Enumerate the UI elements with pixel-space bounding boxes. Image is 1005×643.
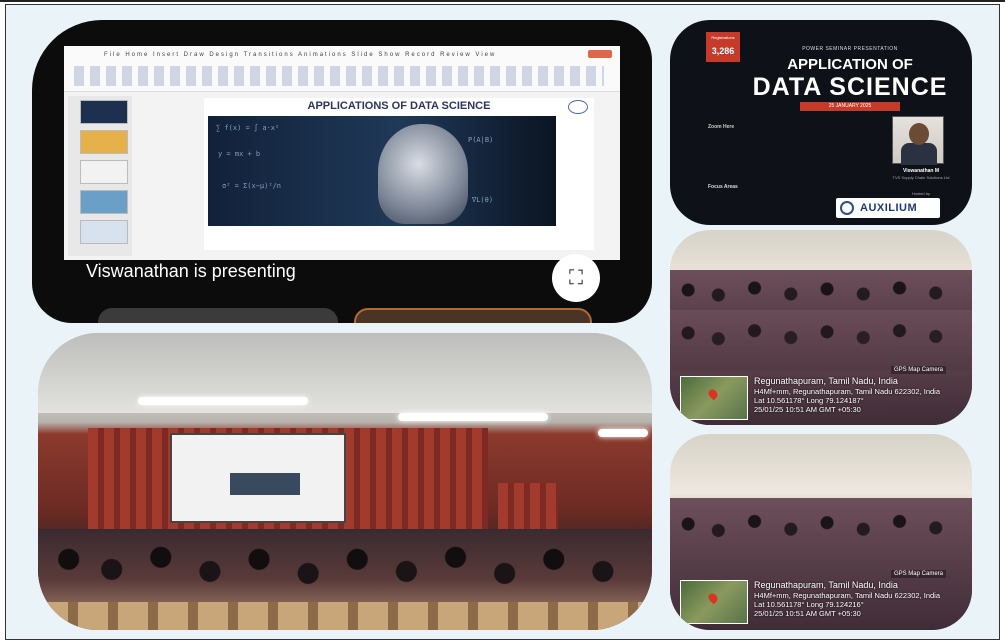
slide-thumb xyxy=(80,190,128,214)
geotag-coords: Lat 10.561178° Long 79.124187° xyxy=(754,396,864,405)
speaker-name: Viswanathan M xyxy=(902,168,940,174)
speaker-bio xyxy=(708,134,884,182)
fullscreen-button[interactable]: ⛶ xyxy=(552,254,600,302)
control-pill-highlighted[interactable] xyxy=(354,308,592,323)
geotag-timestamp: 25/01/25 10:51 AM GMT +05:30 xyxy=(754,405,861,414)
chairs xyxy=(38,602,652,630)
slide-thumb xyxy=(80,160,128,184)
slide-title: APPLICATIONS OF DATA SCIENCE xyxy=(307,100,491,112)
ribbon-menu: File Home Insert Draw Design Transitions… xyxy=(104,52,497,58)
seminar-hall-photo xyxy=(38,333,652,630)
gps-camera-badge: GPS Map Camera xyxy=(890,570,946,578)
meet-screenshare-panel: File Home Insert Draw Design Transitions… xyxy=(32,20,652,323)
speaker-role: TVS Supply Chain Solutions Ltd xyxy=(892,175,950,180)
location-map-thumbnail xyxy=(680,376,748,420)
projector-screen xyxy=(170,433,346,523)
gps-camera-badge: GPS Map Camera xyxy=(890,366,946,374)
slide-thumb xyxy=(80,130,128,154)
geotag-city: Regunathapuram, Tamil Nadu, India xyxy=(754,376,898,386)
control-pill[interactable] xyxy=(98,308,338,323)
poster-kicker: POWER SEMINAR PRESENTATION xyxy=(802,46,898,52)
geotag-address: H4Mf+mm, Regunathapuram, Tamil Nadu 6223… xyxy=(754,591,941,600)
slide-thumbnails xyxy=(68,96,132,256)
poster-title-line2: DATA SCIENCE xyxy=(752,73,948,101)
zoom-label: Zoom Here xyxy=(708,124,735,130)
record-badge xyxy=(588,50,612,58)
classroom-photo-1: GPS Map Camera Regunathapuram, Tamil Nad… xyxy=(670,230,972,425)
map-pin-icon xyxy=(706,387,720,401)
geotag-address: H4Mf+mm, Regunathapuram, Tamil Nadu 6223… xyxy=(754,387,941,396)
fullscreen-icon: ⛶ xyxy=(569,266,583,289)
presenting-label: Viswanathan is presenting xyxy=(86,261,296,281)
registration-badge: Registrations 3,286 xyxy=(706,32,740,62)
focus-areas-label: Focus Areas xyxy=(708,184,738,190)
geotag-coords: Lat 10.561178° Long 79.124216° xyxy=(754,600,864,609)
geotag-timestamp: 25/01/25 10:51 AM GMT +05:30 xyxy=(754,609,861,618)
slide-thumb xyxy=(80,220,128,244)
host-name: AUXILIUM xyxy=(860,202,918,214)
shared-screen: File Home Insert Draw Design Transitions… xyxy=(64,46,620,260)
college-seal-icon xyxy=(840,201,854,215)
slide-logo-icon xyxy=(568,100,588,114)
hall-ceiling xyxy=(38,333,652,413)
geotag-city: Regunathapuram, Tamil Nadu, India xyxy=(754,580,898,590)
ceiling-light xyxy=(398,413,548,421)
location-map-thumbnail xyxy=(680,580,748,624)
poster-title-line1: APPLICATION OF xyxy=(787,56,913,73)
poster-date: 25 JANUARY 2025 xyxy=(800,102,900,111)
ribbon-tools xyxy=(74,66,604,86)
map-pin-icon xyxy=(706,591,720,605)
current-slide: APPLICATIONS OF DATA SCIENCE ∑ f(x) = ∫ … xyxy=(204,98,594,250)
side-curtain xyxy=(498,483,558,533)
ceiling-light xyxy=(138,397,308,405)
projected-content xyxy=(230,473,300,495)
speaker-photo xyxy=(892,116,944,165)
presentation-ribbon: File Home Insert Draw Design Transitions… xyxy=(64,46,620,92)
geotag-caption: Regunathapuram, Tamil Nadu, India H4Mf+m… xyxy=(754,376,954,414)
host-logo: AUXILIUM xyxy=(836,198,940,218)
robot-illustration: ∑ f(x) = ∫ a·x² y = mx + b σ² = Σ(x−μ)²/… xyxy=(208,116,556,226)
classroom-photo-2: GPS Map Camera Regunathapuram, Tamil Nad… xyxy=(670,434,972,630)
geotag-caption: Regunathapuram, Tamil Nadu, India H4Mf+m… xyxy=(754,580,954,618)
top-rule xyxy=(0,0,1005,2)
slide-thumb xyxy=(80,100,128,124)
ceiling-light xyxy=(598,429,648,437)
event-poster: Registrations 3,286 POWER SEMINAR PRESEN… xyxy=(670,20,972,225)
registration-count: 3,286 xyxy=(711,46,735,56)
robot-head xyxy=(378,124,468,224)
hosted-by-label: Hosted by xyxy=(911,191,930,196)
